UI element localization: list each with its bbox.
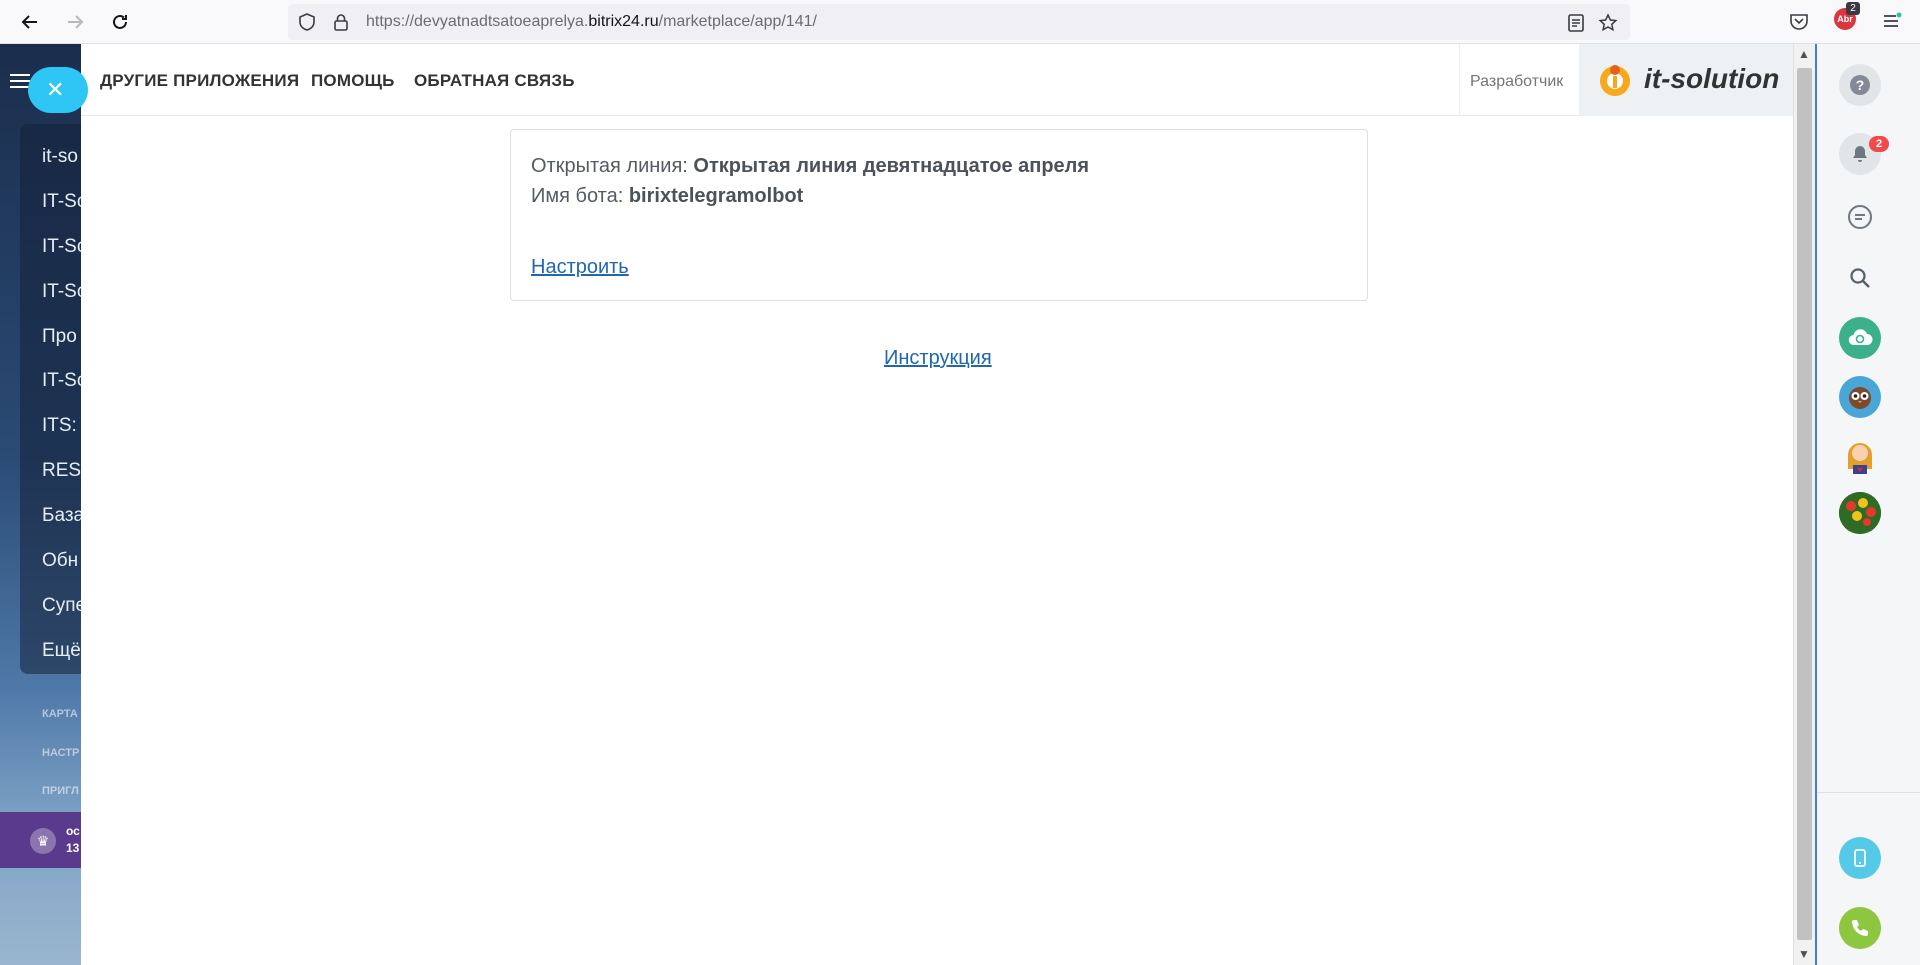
url-bar[interactable]: https://devyatnadtsatoeaprelya.bitrix24.…	[288, 4, 1630, 40]
developer-label: Разработчик	[1470, 73, 1564, 90]
menu-item[interactable]: IT-Sc	[42, 281, 81, 303]
mobile-app-icon[interactable]	[1839, 837, 1881, 879]
app-slider: ДРУГИЕ ПРИЛОЖЕНИЯ ПОМОЩЬ ОБРАТНАЯ СВЯЗЬ …	[81, 44, 1793, 965]
bot-name-value: birixtelegramolbot	[628, 185, 804, 207]
reload-icon[interactable]	[106, 8, 134, 36]
close-slider-button[interactable]: ✕	[28, 67, 88, 113]
forward-icon[interactable]	[61, 8, 89, 36]
bookmark-star-icon[interactable]	[1598, 13, 1618, 33]
menu-item[interactable]: Про	[42, 326, 77, 348]
contact-avatar-cartoon[interactable]	[1839, 434, 1881, 476]
menu-item[interactable]: База	[42, 505, 81, 527]
lock-icon[interactable]	[332, 13, 350, 31]
it-solution-logo-icon	[1600, 65, 1630, 96]
menu-item[interactable]: IT-Sc	[42, 236, 81, 258]
menu-item[interactable]: it-so	[42, 146, 78, 168]
app-menu-icon[interactable]	[1880, 10, 1902, 32]
phone-call-icon[interactable]	[1839, 907, 1881, 949]
hamburger-icon[interactable]	[10, 74, 30, 90]
promo-text: ос	[66, 824, 80, 838]
search-icon[interactable]	[1839, 257, 1881, 299]
right-bar-divider	[1817, 792, 1920, 793]
nav-other-apps-link[interactable]: ДРУГИЕ ПРИЛОЖЕНИЯ	[100, 71, 299, 91]
license-promo[interactable]: ♛ ос 13	[0, 812, 81, 868]
adblock-count-badge: 2	[1846, 2, 1860, 15]
instruction-link[interactable]: Инструкция	[884, 347, 992, 370]
shield-icon[interactable]	[298, 13, 316, 31]
scroll-up-icon[interactable]: ▲	[1798, 47, 1810, 61]
crown-icon: ♛	[30, 828, 56, 854]
reader-view-icon[interactable]	[1566, 13, 1586, 33]
bot-name-label: Имя бота:	[531, 185, 624, 207]
url-text[interactable]: https://devyatnadtsatoeaprelya.bitrix24.…	[366, 13, 817, 31]
developer-cell: Разработчик	[1459, 44, 1579, 116]
configure-link[interactable]: Настроить	[531, 256, 629, 279]
menu-item[interactable]: ITS: T	[42, 415, 81, 437]
svg-text:?: ?	[1856, 77, 1865, 93]
url-host: bitrix24.ru	[588, 13, 659, 30]
messenger-icon[interactable]	[1839, 196, 1881, 238]
scroll-down-icon[interactable]: ▼	[1798, 947, 1810, 961]
nav-feedback-link[interactable]: ОБРАТНАЯ СВЯЗЬ	[414, 71, 575, 91]
scrollbar[interactable]: ▲ ▼	[1793, 44, 1815, 965]
app-top-nav: ДРУГИЕ ПРИЛОЖЕНИЯ ПОМОЩЬ ОБРАТНАЯ СВЯЗЬ …	[81, 44, 1793, 116]
portal-right-bar: ? 2	[1815, 44, 1920, 965]
open-line-row: Открытая линия: Открытая линия девятнадц…	[531, 155, 1089, 178]
logo-text: it-solution	[1644, 63, 1780, 94]
menu-item[interactable]: REST	[42, 460, 81, 482]
back-icon[interactable]	[16, 8, 44, 36]
url-prefix: https://devyatnadtsatoeaprelya.	[366, 13, 589, 30]
menu-item[interactable]: Обн	[42, 550, 78, 572]
menu-item[interactable]: Супе	[42, 595, 81, 617]
menu-link[interactable]: НАСТР	[42, 747, 79, 759]
developer-logo[interactable]: it-solution	[1579, 44, 1793, 116]
contact-avatar-tulips[interactable]	[1839, 492, 1881, 534]
pocket-icon[interactable]	[1788, 10, 1810, 32]
url-path: /marketplace/app/141/	[658, 13, 817, 30]
notifications-badge: 2	[1869, 136, 1889, 152]
portal-left-menu: it-so IT-Sc IT-Sc IT-Sc Про IT-Sc ITS: T…	[0, 44, 81, 965]
contact-avatar-owl[interactable]	[1839, 376, 1881, 418]
scrollbar-thumb[interactable]	[1797, 68, 1812, 940]
open-line-card: Открытая линия: Открытая линия девятнадц…	[510, 129, 1368, 301]
menu-item[interactable]: IT-Sc	[42, 191, 81, 213]
open-line-label: Открытая линия:	[531, 155, 688, 177]
menu-link[interactable]: КАРТА	[42, 708, 78, 720]
menu-item[interactable]: IT-Sc	[42, 370, 81, 392]
browser-toolbar: https://devyatnadtsatoeaprelya.bitrix24.…	[0, 0, 1920, 44]
cloud-sync-icon[interactable]	[1839, 317, 1881, 359]
menu-item-more[interactable]: Ещё	[42, 640, 81, 662]
help-icon[interactable]: ?	[1839, 64, 1881, 106]
open-line-value: Открытая линия девятнадцатое апреля	[693, 155, 1090, 177]
menu-link[interactable]: ПРИГЛ	[42, 785, 79, 797]
nav-help-link[interactable]: ПОМОЩЬ	[311, 71, 395, 91]
bot-name-row: Имя бота: birixtelegramolbot	[531, 185, 803, 208]
promo-text: 13	[66, 841, 80, 855]
